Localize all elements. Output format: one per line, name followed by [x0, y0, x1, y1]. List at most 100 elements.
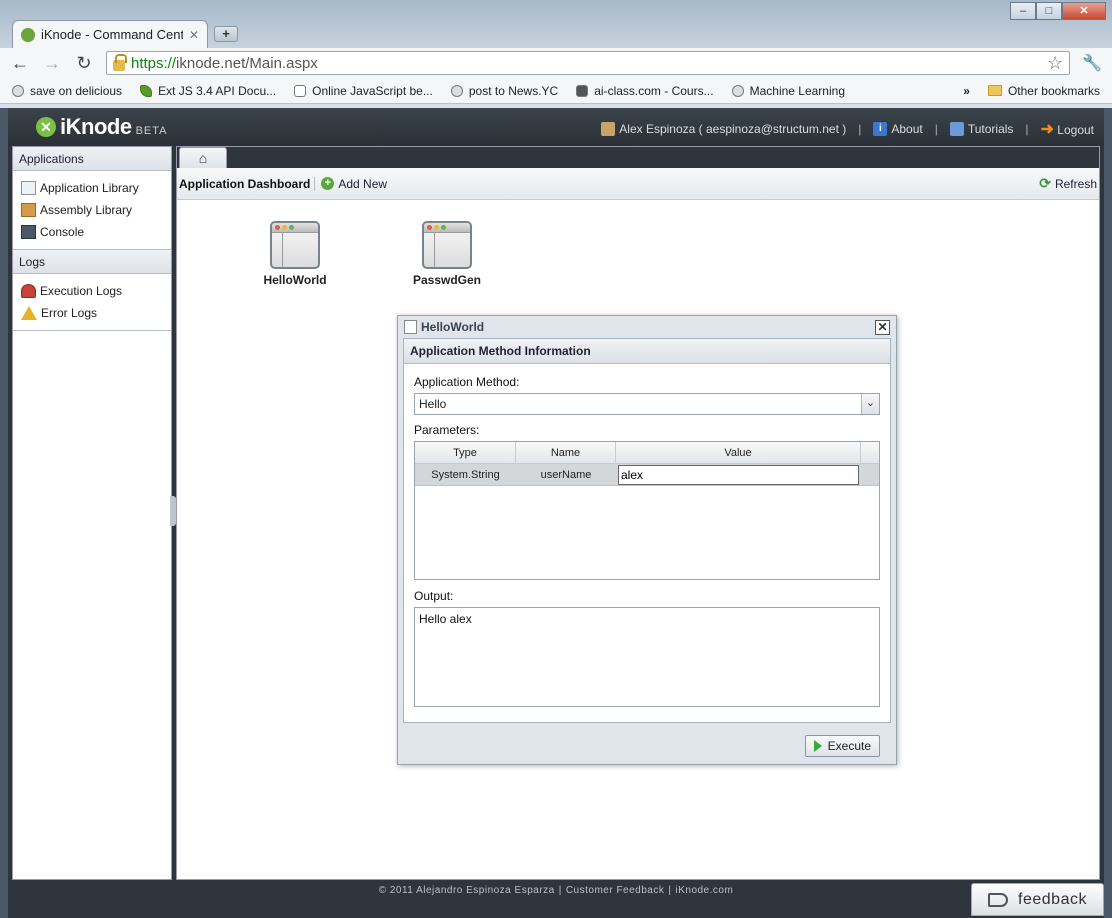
- logo-x-icon: ✕: [36, 117, 56, 137]
- add-new-label: Add New: [338, 176, 388, 191]
- column-header-type[interactable]: Type: [415, 442, 516, 463]
- dialog-body: Application Method Information Applicati…: [403, 338, 891, 723]
- bookmark-label: Machine Learning: [749, 83, 845, 98]
- logout-link[interactable]: ➜ Logout: [1041, 119, 1094, 139]
- dialog-titlebar[interactable]: HelloWorld ✕: [398, 316, 896, 338]
- parameter-value-input[interactable]: [618, 465, 859, 485]
- about-link[interactable]: i About: [873, 121, 923, 137]
- reload-icon[interactable]: ↻: [74, 53, 94, 73]
- cell-type: System.String: [431, 469, 500, 481]
- user-link[interactable]: Alex Espinoza ( aespinoza@structum.net ): [601, 122, 846, 137]
- dashboard-title: Application Dashboard: [179, 176, 316, 191]
- warning-icon: [21, 306, 37, 320]
- sidebar: Applications Application Library Assembl…: [12, 146, 172, 880]
- feedback-button[interactable]: feedback: [971, 883, 1104, 916]
- ninja-icon: [576, 84, 589, 97]
- address-bar[interactable]: https://iknode.net/Main.aspx ☆: [106, 51, 1071, 75]
- dialog-close-button[interactable]: ✕: [875, 319, 890, 335]
- iknode-favicon-icon: [21, 27, 35, 42]
- bookmark-item[interactable]: post to News.YC: [450, 83, 559, 98]
- app-icon-passwdgen[interactable]: PasswdGen: [402, 221, 492, 287]
- logo: ✕ iKnode BETA: [36, 114, 167, 140]
- tutorials-link[interactable]: Tutorials: [949, 122, 1013, 137]
- bookmark-label: Ext JS 3.4 API Docu...: [158, 83, 277, 98]
- applications-section-title[interactable]: Applications: [13, 147, 171, 171]
- bookmark-item[interactable]: Online JavaScript be...: [294, 84, 433, 98]
- globe-icon: [450, 84, 463, 97]
- sidebar-item-execution-logs[interactable]: Execution Logs: [21, 280, 163, 302]
- applications-section: Application Library Assembly Library Con…: [13, 171, 171, 250]
- sidebar-item-application-library[interactable]: Application Library: [21, 177, 163, 199]
- other-bookmarks[interactable]: Other bookmarks: [987, 84, 1100, 98]
- sidebar-item-console[interactable]: Console: [21, 221, 163, 243]
- home-tab[interactable]: ⌂: [179, 147, 227, 168]
- user-icon: [601, 122, 616, 137]
- maximize-button[interactable]: □: [1036, 2, 1062, 20]
- output-label: Output:: [414, 589, 454, 603]
- more-bookmarks-chevron-icon[interactable]: »: [963, 84, 970, 98]
- execute-button[interactable]: Execute: [804, 735, 880, 757]
- refresh-button[interactable]: ⟳ Refresh: [1039, 175, 1097, 192]
- bookmark-label: post to News.YC: [468, 83, 559, 98]
- footer-text: © 2011 Alejandro Espinoza Esparza | Custom…: [378, 885, 734, 896]
- bookmark-label: ai-class.com - Cours...: [594, 83, 714, 98]
- browser-toolbar: ← → ↻ https://iknode.net/Main.aspx ☆ 🔧: [0, 48, 1112, 78]
- wrench-icon[interactable]: 🔧: [1082, 53, 1102, 73]
- sidebar-item-label: Application Library: [40, 181, 139, 195]
- close-window-button[interactable]: ✕: [1062, 2, 1106, 20]
- add-new-button[interactable]: + Add New: [321, 177, 387, 191]
- application-window-icon: [422, 221, 472, 269]
- cat-icon: [294, 84, 307, 97]
- method-select[interactable]: Hello ⌄: [414, 393, 880, 415]
- bookmark-item[interactable]: Ext JS 3.4 API Docu...: [140, 84, 276, 98]
- url-scheme: https://: [131, 54, 177, 72]
- play-icon: [813, 740, 822, 752]
- forward-icon[interactable]: →: [42, 53, 62, 73]
- sidebar-item-assembly-library[interactable]: Assembly Library: [21, 199, 163, 221]
- home-icon: ⌂: [198, 150, 208, 166]
- back-icon[interactable]: ←: [10, 53, 30, 73]
- site-link[interactable]: iKnode.com: [675, 885, 733, 896]
- parameters-grid: Type Name Value System.String userName: [414, 441, 880, 580]
- grid-header: Type Name Value: [415, 442, 879, 464]
- minimize-button[interactable]: –: [1010, 2, 1036, 20]
- leaf-icon: [140, 84, 153, 97]
- bookmark-label: Online JavaScript be...: [312, 83, 433, 98]
- package-icon: [21, 203, 36, 217]
- user-label: Alex Espinoza ( aespinoza@structum.net ): [619, 121, 847, 136]
- footer: © 2011 Alejandro Espinoza Esparza | Custom…: [8, 880, 1104, 918]
- application-gear-icon: [404, 320, 417, 334]
- app-icon-helloworld[interactable]: HelloWorld: [250, 221, 340, 287]
- cell-name: userName: [540, 469, 592, 481]
- chevron-down-icon[interactable]: ⌄: [861, 394, 879, 414]
- cell-value[interactable]: [616, 464, 861, 485]
- column-header-value[interactable]: Value: [616, 442, 861, 463]
- about-label: About: [891, 121, 923, 136]
- bookmark-item[interactable]: save on delicious: [12, 84, 122, 98]
- rocket-icon: [21, 284, 36, 298]
- video-icon: [949, 122, 964, 137]
- sidebar-item-label: Error Logs: [41, 306, 98, 320]
- bookmark-item[interactable]: Machine Learning: [731, 83, 845, 98]
- logs-section-title[interactable]: Logs: [13, 250, 171, 274]
- customer-feedback-link[interactable]: Customer Feedback: [566, 885, 665, 896]
- dialog-title: HelloWorld: [421, 320, 485, 334]
- bookmark-star-icon[interactable]: ☆: [1047, 53, 1063, 74]
- tab-close-icon[interactable]: ✕: [189, 28, 199, 42]
- output-textarea[interactable]: Hello alex: [414, 607, 880, 707]
- megaphone-icon: [988, 892, 1009, 907]
- table-row[interactable]: System.String userName: [415, 464, 879, 486]
- top-menu: Alex Espinoza ( aespinoza@structum.net )…: [601, 119, 1094, 139]
- sidebar-item-label: Console: [40, 225, 85, 239]
- bookmarks-bar: save on delicious Ext JS 3.4 API Docu...…: [0, 78, 1112, 104]
- tab-title: iKnode - Command Center: [41, 27, 183, 42]
- new-tab-button[interactable]: +: [214, 26, 238, 42]
- column-header-name[interactable]: Name: [516, 442, 616, 463]
- logo-beta: BETA: [135, 125, 168, 137]
- bookmark-item[interactable]: ai-class.com - Cours...: [576, 83, 714, 98]
- globe-icon: [12, 84, 24, 97]
- sidebar-item-error-logs[interactable]: Error Logs: [21, 302, 163, 324]
- window-icon: [21, 181, 36, 195]
- monitor-icon: [21, 225, 36, 239]
- browser-tab[interactable]: iKnode - Command Center ✕: [12, 20, 208, 48]
